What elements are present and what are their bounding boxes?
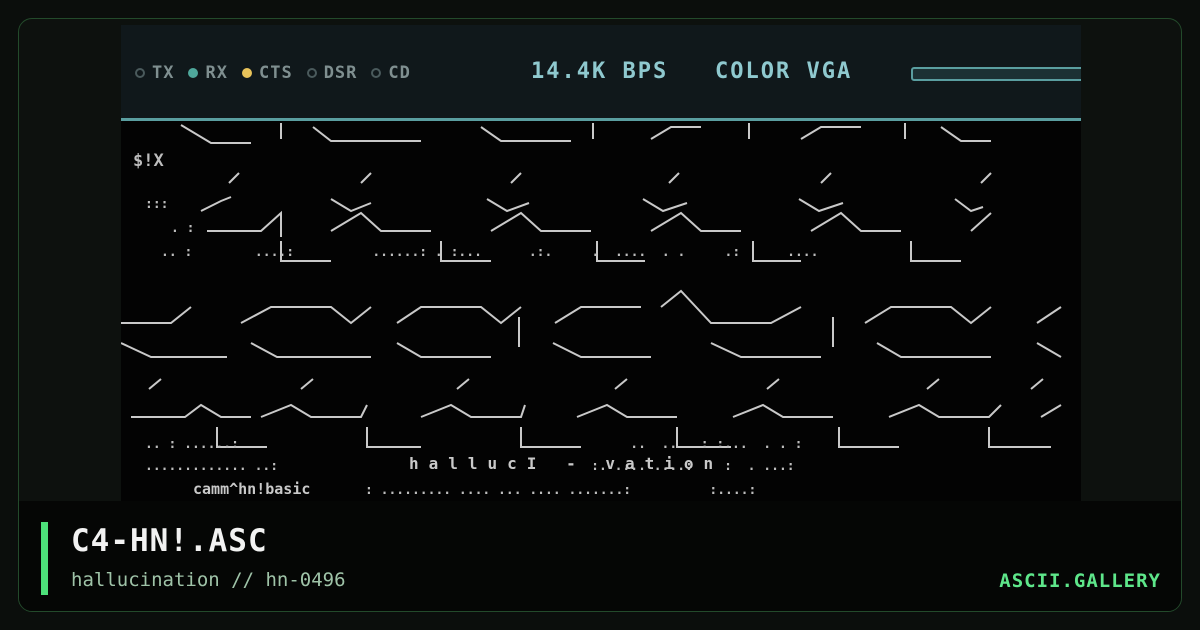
led-tx-icon (135, 68, 145, 78)
art-edge-left: $!X (133, 151, 164, 171)
art-dots: ::: (145, 197, 169, 212)
led-tx-label: TX (152, 63, 175, 83)
art-dots: .. : ......: .. .. : :... . . : (145, 437, 803, 452)
card-footer: C4-HN!.ASC hallucination // hn-0496 ASCI… (19, 501, 1181, 611)
ascii-art-text: $!X ::: . : .. : ....: ......: . :... .:… (121, 121, 1081, 501)
card-title: C4-HN!.ASC (71, 523, 268, 559)
art-dots: : ......... .... ... .... .......: :....… (365, 483, 757, 498)
led-cd-icon (371, 68, 382, 78)
led-rx-label: RX (205, 63, 228, 83)
led-cts-label: CTS (258, 63, 293, 83)
art-signature: camm^hn!basic (193, 480, 311, 498)
card-subtitle: hallucination // hn-0496 (71, 569, 346, 591)
led-cd-label: CD (388, 63, 411, 83)
ascii-art-screen: TX RX CTS DSR CD 14.4K BPS COLOR VGA $!X… (121, 25, 1081, 501)
baud-rate: 14.4K BPS (531, 59, 669, 84)
led-cts: CTS (241, 63, 293, 83)
led-indicators: TX RX CTS DSR CD (135, 63, 425, 83)
led-dsr: DSR (306, 63, 358, 83)
display-mode: COLOR VGA (715, 59, 853, 84)
art-caption: hallucI - vation (409, 454, 724, 473)
art-dots: .. : ....: ......: . :... .:. . .... . .… (161, 245, 819, 260)
led-dsr-label: DSR (323, 63, 358, 83)
led-cd: CD (371, 63, 410, 83)
led-cts-icon (241, 68, 252, 78)
accent-bar (41, 522, 48, 595)
led-tx: TX (135, 63, 174, 83)
signal-meter (911, 67, 1081, 81)
modem-status-bar: TX RX CTS DSR CD 14.4K BPS COLOR VGA (121, 25, 1081, 121)
gallery-card: TX RX CTS DSR CD 14.4K BPS COLOR VGA $!X… (18, 18, 1182, 612)
brand-link[interactable]: ASCII.GALLERY (999, 570, 1161, 592)
led-dsr-icon (306, 68, 317, 78)
led-rx: RX (188, 63, 227, 83)
art-dots: . : (171, 221, 195, 236)
led-rx-icon (188, 68, 199, 78)
